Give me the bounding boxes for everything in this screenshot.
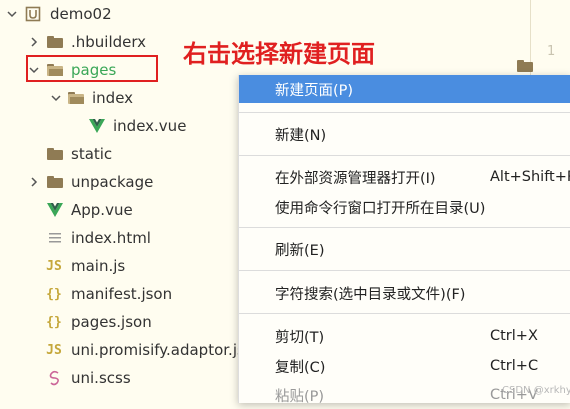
tree-item-index-vue[interactable]: index.vue bbox=[0, 112, 245, 140]
annotation-callout: 右击选择新建页面 bbox=[183, 40, 375, 68]
menu-item-new[interactable]: 新建(N) bbox=[239, 120, 570, 148]
chevron-down-icon[interactable] bbox=[5, 7, 19, 21]
menu-item-shortcut: Ctrl+C bbox=[490, 358, 539, 374]
menu-item-refresh[interactable]: 刷新(E) bbox=[239, 235, 570, 263]
tree-item-label: .hbuilderx bbox=[71, 33, 147, 51]
menu-separator bbox=[239, 112, 570, 113]
tree-item-label: uni.promisify.adaptor.js bbox=[71, 341, 245, 359]
tree-item-index-html[interactable]: index.html bbox=[0, 224, 245, 252]
tree-item-label: App.vue bbox=[71, 201, 133, 219]
tree-item-pages-json[interactable]: {} pages.json bbox=[0, 308, 245, 336]
menu-separator bbox=[239, 270, 570, 271]
menu-separator bbox=[239, 155, 570, 156]
tree-item-label: main.js bbox=[71, 257, 126, 275]
menu-item-label: 新建页面(P) bbox=[275, 82, 354, 99]
folder-icon bbox=[46, 33, 64, 51]
vue-icon bbox=[88, 117, 106, 135]
chevron-down-icon[interactable] bbox=[49, 91, 63, 105]
tree-item-uni-scss[interactable]: uni.scss bbox=[0, 364, 245, 392]
folder-icon bbox=[46, 145, 64, 163]
tree-item-uni-promisify-adaptor-js[interactable]: JS uni.promisify.adaptor.js bbox=[0, 336, 245, 364]
menu-item-label: 新建(N) bbox=[275, 127, 327, 144]
chevron-right-icon[interactable] bbox=[27, 35, 41, 49]
chevron-right-icon[interactable] bbox=[27, 175, 41, 189]
vue-icon bbox=[46, 201, 64, 219]
tree-item-label: unpackage bbox=[71, 173, 154, 191]
tree-item-label: static bbox=[71, 145, 113, 163]
line-number: 1 bbox=[547, 44, 556, 59]
html-file-icon bbox=[46, 229, 64, 247]
tree-item-unpackage[interactable]: unpackage bbox=[0, 168, 245, 196]
menu-item-copy[interactable]: 复制(C) Ctrl+C bbox=[239, 352, 570, 380]
tree-item-app-vue[interactable]: App.vue bbox=[0, 196, 245, 224]
js-icon: JS bbox=[46, 342, 62, 358]
tree-item-label: demo02 bbox=[50, 5, 112, 23]
tree-item-label: pages.json bbox=[71, 313, 152, 331]
menu-separator bbox=[239, 313, 570, 314]
folder-open-icon bbox=[67, 89, 85, 107]
menu-item-label: 剪切(T) bbox=[275, 329, 325, 346]
tree-item-label: index.vue bbox=[113, 117, 187, 135]
tree-item-manifest-json[interactable]: {} manifest.json bbox=[0, 280, 245, 308]
folder-icon bbox=[46, 173, 64, 191]
highlight-box bbox=[26, 55, 158, 82]
project-icon bbox=[24, 5, 42, 23]
menu-item-char-search[interactable]: 字符搜索(选中目录或文件)(F) bbox=[239, 279, 570, 307]
js-icon: JS bbox=[46, 258, 62, 274]
tree-item-index-folder[interactable]: index bbox=[0, 84, 245, 112]
json-icon: {} bbox=[46, 314, 62, 330]
menu-separator bbox=[239, 227, 570, 228]
menu-item-label: 粘贴(P) bbox=[275, 388, 325, 405]
tree-item-demo02[interactable]: demo02 bbox=[0, 0, 245, 28]
menu-item-shortcut: Ctrl+X bbox=[490, 328, 538, 344]
menu-item-open-in-explorer[interactable]: 在外部资源管理器打开(I) Alt+Shift+R bbox=[239, 163, 570, 191]
menu-item-label: 使用命令行窗口打开所在目录(U) bbox=[275, 200, 486, 217]
menu-item-label: 字符搜索(选中目录或文件)(F) bbox=[275, 286, 466, 303]
tree-item-main-js[interactable]: JS main.js bbox=[0, 252, 245, 280]
menu-item-new-page[interactable]: 新建页面(P) bbox=[239, 75, 570, 103]
scss-icon bbox=[46, 369, 64, 387]
menu-item-label: 刷新(E) bbox=[275, 242, 325, 259]
tree-item-label: uni.scss bbox=[71, 369, 131, 387]
tree-item-label: index.html bbox=[71, 229, 151, 247]
json-icon: {} bbox=[46, 286, 62, 302]
tree-item-static[interactable]: static bbox=[0, 140, 245, 168]
menu-item-label: 在外部资源管理器打开(I) bbox=[275, 170, 436, 187]
context-menu: 新建页面(P) 新建(N) 在外部资源管理器打开(I) Alt+Shift+R … bbox=[238, 75, 570, 405]
menu-item-label: 复制(C) bbox=[275, 359, 326, 376]
tree-item-label: manifest.json bbox=[71, 285, 173, 303]
menu-item-cut[interactable]: 剪切(T) Ctrl+X bbox=[239, 322, 570, 350]
menu-item-open-in-terminal[interactable]: 使用命令行窗口打开所在目录(U) bbox=[239, 193, 570, 221]
tree-item-label: index bbox=[92, 89, 134, 107]
menu-item-shortcut: Alt+Shift+R bbox=[490, 169, 570, 185]
watermark: CSDN @xrkhy bbox=[502, 385, 570, 396]
